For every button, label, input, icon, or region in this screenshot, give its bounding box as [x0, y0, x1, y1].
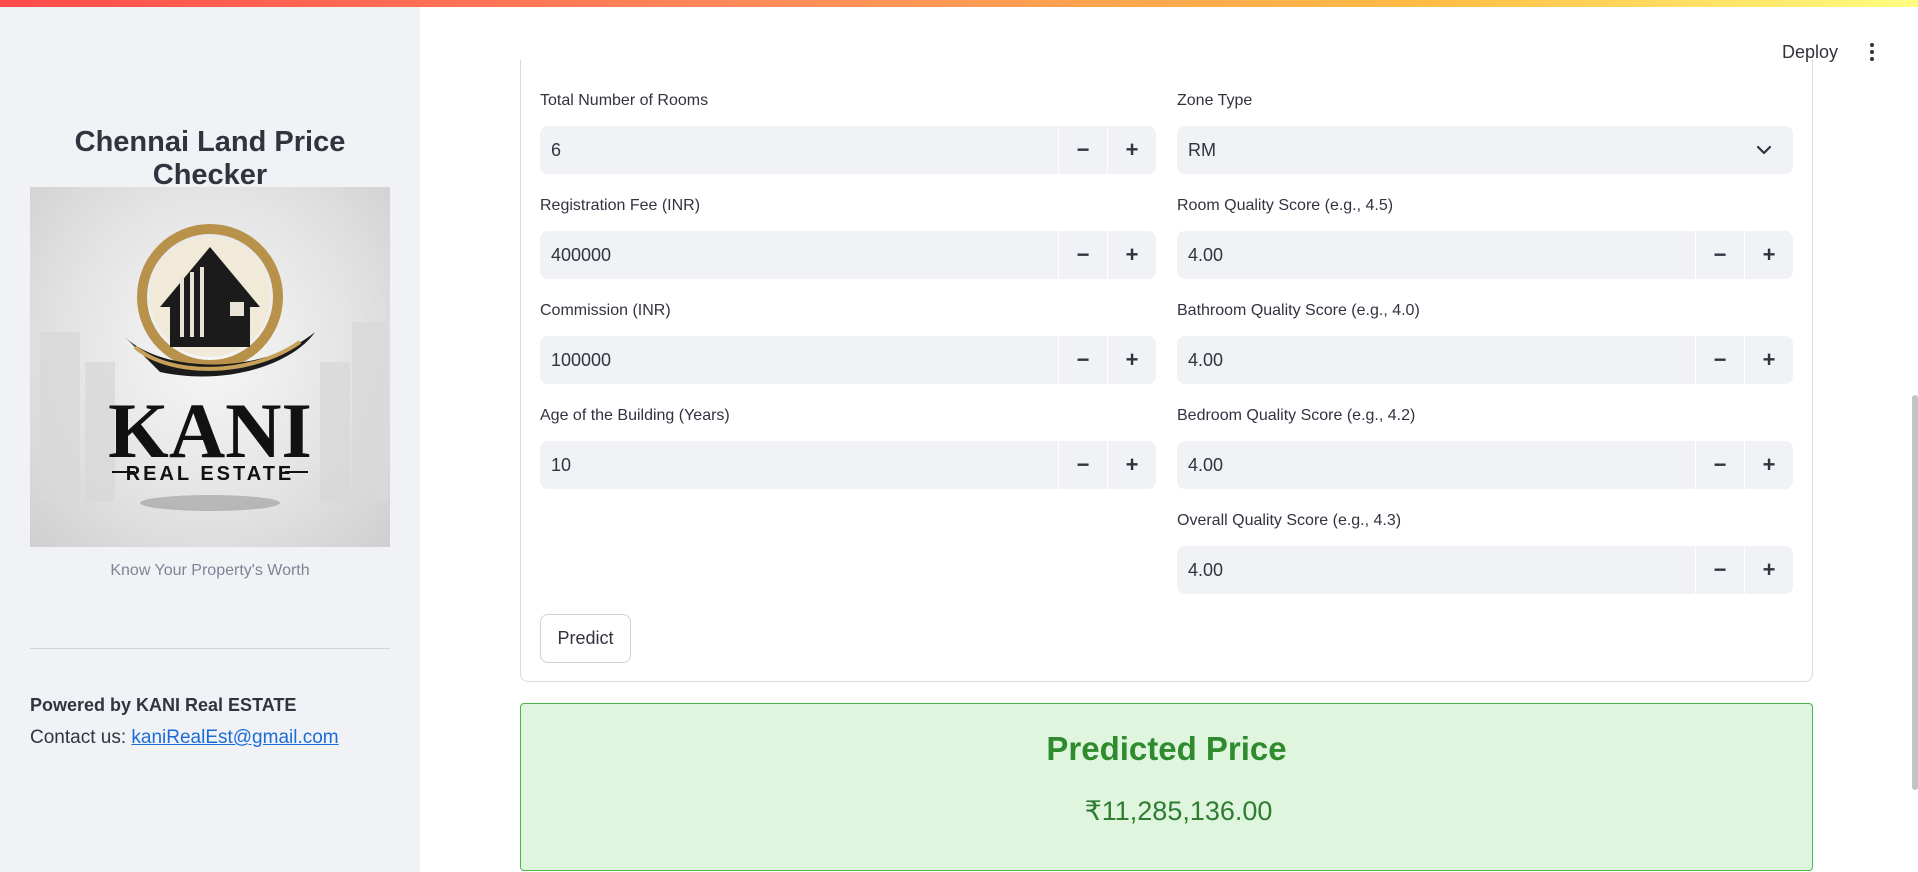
scrollbar-thumb[interactable] [1912, 395, 1918, 790]
commission-label: Commission (INR) [540, 302, 671, 319]
bedroom-quality-value[interactable]: 4.00 [1177, 441, 1695, 489]
contact-email-link[interactable]: kaniRealEst@gmail.com [131, 727, 338, 748]
increment-button[interactable]: + [1107, 441, 1156, 489]
zone-type-value: RM [1188, 139, 1216, 160]
commission-input[interactable]: 100000 − + [540, 336, 1156, 384]
total-rooms-field: Total Number of Rooms 6 − + [540, 92, 1156, 174]
bathroom-quality-label: Bathroom Quality Score (e.g., 4.0) [1177, 302, 1420, 319]
building-age-input[interactable]: 10 − + [540, 441, 1156, 489]
increment-button[interactable]: + [1744, 441, 1793, 489]
zone-type-field: Zone Type RM [1177, 92, 1793, 174]
overall-quality-label: Overall Quality Score (e.g., 4.3) [1177, 512, 1402, 529]
decrement-button[interactable]: − [1058, 126, 1107, 174]
main-menu-icon[interactable] [1862, 38, 1882, 66]
bathroom-quality-value[interactable]: 4.00 [1177, 336, 1695, 384]
top-decoration-bar [0, 0, 1918, 7]
bedroom-quality-label: Bedroom Quality Score (e.g., 4.2) [1177, 407, 1416, 424]
decrement-button[interactable]: − [1695, 336, 1744, 384]
bathroom-quality-input[interactable]: 4.00 − + [1177, 336, 1793, 384]
predict-button[interactable]: Predict [540, 614, 631, 663]
commission-value[interactable]: 100000 [540, 336, 1058, 384]
decrement-button[interactable]: − [1058, 231, 1107, 279]
chevron-down-icon [1756, 145, 1772, 155]
sidebar-divider [30, 648, 390, 649]
increment-button[interactable]: + [1107, 126, 1156, 174]
room-quality-value[interactable]: 4.00 [1177, 231, 1695, 279]
room-quality-label: Room Quality Score (e.g., 4.5) [1177, 197, 1394, 214]
increment-button[interactable]: + [1744, 336, 1793, 384]
zone-type-label: Zone Type [1177, 92, 1253, 109]
registration-fee-label: Registration Fee (INR) [540, 197, 701, 214]
decrement-button[interactable]: − [1695, 546, 1744, 594]
registration-fee-input[interactable]: 400000 − + [540, 231, 1156, 279]
bathroom-quality-field: Bathroom Quality Score (e.g., 4.0) 4.00 … [1177, 302, 1793, 384]
company-logo: KANI REAL ESTATE [30, 187, 390, 547]
contact-label: Contact us: [30, 727, 127, 748]
predicted-price-title: Predicted Price [1046, 730, 1287, 767]
decrement-button[interactable]: − [1695, 231, 1744, 279]
overall-quality-input[interactable]: 4.00 − + [1177, 546, 1793, 594]
room-quality-input[interactable]: 4.00 − + [1177, 231, 1793, 279]
tagline: Know Your Property's Worth [110, 562, 310, 579]
overall-quality-value[interactable]: 4.00 [1177, 546, 1695, 594]
logo-wordmark: KANI [108, 387, 312, 474]
bedroom-quality-input[interactable]: 4.00 − + [1177, 441, 1793, 489]
decrement-button[interactable]: − [1058, 336, 1107, 384]
zone-type-select[interactable]: RM [1177, 126, 1793, 174]
predicted-price-value: ₹11,285,136.00 [1084, 796, 1273, 826]
registration-fee-value[interactable]: 400000 [540, 231, 1058, 279]
logo-subtext: REAL ESTATE [126, 463, 295, 485]
increment-button[interactable]: + [1107, 336, 1156, 384]
increment-button[interactable]: + [1744, 231, 1793, 279]
increment-button[interactable]: + [1107, 231, 1156, 279]
total-rooms-input[interactable]: 6 − + [540, 126, 1156, 174]
total-rooms-value[interactable]: 6 [540, 126, 1058, 174]
room-quality-field: Room Quality Score (e.g., 4.5) 4.00 − + [1177, 197, 1793, 279]
predicted-price-alert: Predicted Price ₹11,285,136.00 [520, 703, 1813, 871]
building-age-label: Age of the Building (Years) [540, 407, 730, 424]
powered-by-text: Powered by KANI Real ESTATE [30, 695, 297, 715]
total-rooms-label: Total Number of Rooms [540, 92, 709, 109]
building-age-field: Age of the Building (Years) 10 − + [540, 407, 1156, 489]
decrement-button[interactable]: − [1058, 441, 1107, 489]
decrement-button[interactable]: − [1695, 441, 1744, 489]
building-age-value[interactable]: 10 [540, 441, 1058, 489]
app-title: Chennai Land Price Checker [74, 126, 346, 191]
commission-field: Commission (INR) 100000 − + [540, 302, 1156, 384]
bedroom-quality-field: Bedroom Quality Score (e.g., 4.2) 4.00 −… [1177, 407, 1793, 489]
registration-fee-field: Registration Fee (INR) 400000 − + [540, 197, 1156, 279]
increment-button[interactable]: + [1744, 546, 1793, 594]
contact-line: Contact us: kaniRealEst@gmail.com [30, 727, 339, 749]
overall-quality-field: Overall Quality Score (e.g., 4.3) 4.00 −… [1177, 512, 1793, 594]
